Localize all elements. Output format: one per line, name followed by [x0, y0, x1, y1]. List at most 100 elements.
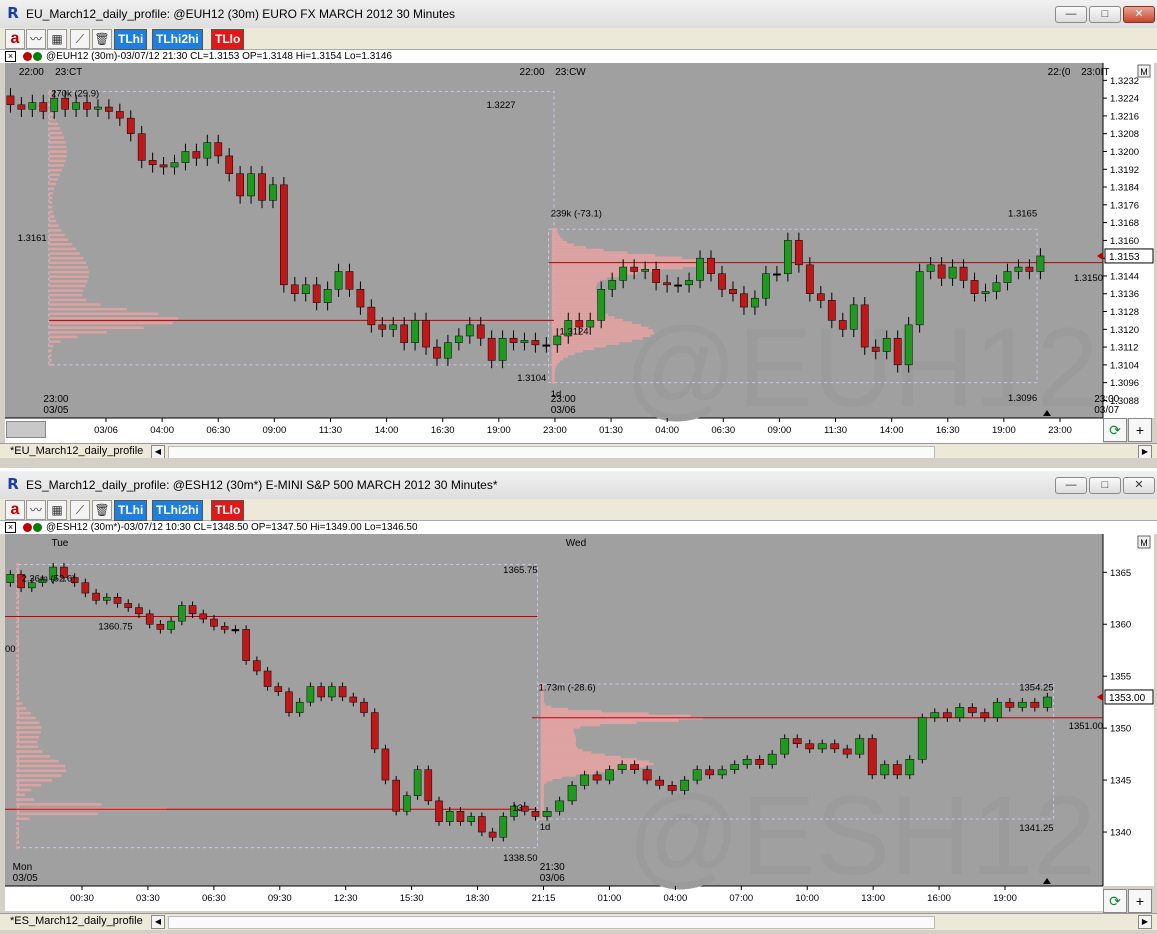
zoom-slider[interactable] [6, 421, 46, 438]
chart-tab[interactable]: *EU_March12_daily_profile [10, 445, 143, 457]
y-tick-label: 1.3160 [1110, 236, 1139, 247]
x-tick-label: 19:00 [992, 425, 1016, 436]
volume-profile-bar [551, 311, 604, 314]
candle-body [381, 748, 390, 781]
analysis-a-button[interactable]: a [5, 500, 25, 520]
close-button[interactable]: ✕ [1123, 6, 1155, 23]
table-icon[interactable]: ▦ [47, 29, 67, 49]
maximize-button[interactable]: □ [1089, 6, 1121, 23]
candle-body [378, 324, 387, 330]
draw-tool-icon[interactable]: ⟋ [70, 500, 90, 520]
volume-profile-bar [15, 798, 35, 801]
volume-profile-bar [48, 270, 89, 274]
trash-icon[interactable]: 🗑 [92, 29, 112, 49]
tlhi-button[interactable]: TLhi [114, 29, 148, 50]
candle-body [1003, 271, 1012, 283]
candle-body [290, 284, 299, 294]
volume-profile-bar [551, 279, 600, 283]
refresh-icon[interactable]: ⟳ [1103, 418, 1127, 442]
x-tick-label: 04:00 [663, 893, 687, 904]
volume-profile-bar [551, 277, 607, 280]
volume-profile-bar [540, 755, 621, 759]
scroll-left-icon[interactable]: ◀ [151, 445, 165, 459]
x-tick-label: 19:00 [487, 425, 511, 436]
minimize-button[interactable]: — [1055, 6, 1087, 23]
table-icon[interactable]: ▦ [47, 500, 67, 520]
candle-body [630, 764, 639, 770]
refresh-icon[interactable]: ⟳ [1103, 889, 1127, 913]
candle-body [652, 269, 660, 283]
scroll-right-icon[interactable]: ▶ [1138, 445, 1152, 459]
candle-body [456, 811, 465, 822]
volume-profile-bar [551, 355, 568, 358]
tlhi-button[interactable]: TLhi [114, 500, 148, 521]
x-tick-label: 09:00 [262, 425, 286, 436]
volume-profile-bar [48, 215, 55, 218]
candle-body [667, 785, 677, 791]
title-bar[interactable]: R ES_March12_daily_profile: @ESH12 (30m*… [0, 471, 1157, 500]
x-tick-label: 23:00 [1048, 425, 1072, 436]
tlhi2hi-button[interactable]: TLhi2hi [152, 29, 203, 50]
scroll-right-icon[interactable]: ▶ [1138, 915, 1152, 929]
horizontal-scrollbar[interactable] [168, 916, 935, 929]
candle-body [269, 184, 277, 201]
candle-body [1017, 701, 1027, 708]
candle-body [356, 289, 365, 308]
volume-profile-bar [551, 227, 557, 231]
close-study-icon[interactable]: × [5, 522, 16, 533]
candle-body [312, 284, 321, 303]
candle-body [192, 151, 201, 159]
tlhi2hi-button[interactable]: TLhi2hi [152, 500, 203, 521]
plus-icon[interactable]: + [1128, 418, 1152, 442]
volume-profile-bar [15, 846, 19, 849]
price-chart[interactable]: @EUH121.32321.32241.32161.32081.32001.31… [0, 63, 1157, 443]
volume-profile-bar [15, 731, 41, 734]
indicator-icon[interactable]: 〰 [26, 29, 46, 49]
draw-tool-icon[interactable]: ⟋ [70, 29, 90, 49]
volume-profile-bar [48, 280, 88, 283]
last-price-label: 1.3153 [1109, 252, 1140, 263]
candle-body [717, 769, 727, 776]
candle-body [498, 337, 507, 361]
status-dot-icon [33, 52, 42, 61]
volume-profile-bar [15, 836, 19, 840]
candle-body [72, 102, 80, 110]
y-tick-label: 1.3176 [1110, 200, 1139, 211]
analysis-a-button[interactable]: a [5, 29, 25, 49]
y-tick-label: 1350 [1110, 724, 1131, 735]
title-bar[interactable]: R EU_March12_daily_profile: @EUH12 (30m)… [0, 0, 1157, 29]
indicator-icon[interactable]: 〰 [26, 500, 46, 520]
close-study-icon[interactable]: × [5, 51, 16, 62]
symbol-info-bar: × @ESH12 (30m*)-03/07/12 10:30 CL=1348.5… [0, 521, 1157, 535]
volume-profile-bar [15, 745, 39, 749]
price-chart[interactable]: @ESH12 1365 1360 1355 1350 1345 1340 00:30 03:30… [0, 534, 1157, 911]
candle-body [1014, 266, 1023, 272]
volume-profile-bar [48, 354, 52, 357]
candle-body [83, 102, 91, 110]
volume-profile-bar [551, 287, 597, 291]
x-tick-label: 21:15 [532, 893, 556, 904]
chart-toolbar: a 〰 ▦ ⟋ 🗑 TLhi TLhi2hi TLlo [0, 499, 1157, 521]
tllo-button[interactable]: TLlo [211, 29, 245, 50]
last-price-label: 1353.00 [1109, 693, 1146, 704]
candle-body [755, 759, 765, 765]
candle-body [345, 271, 354, 290]
tllo-button[interactable]: TLlo [211, 500, 245, 521]
candle-body [181, 151, 190, 163]
y-tick-label: 1.3232 [1110, 76, 1139, 87]
candle-body [334, 271, 343, 290]
candle-body [422, 320, 430, 348]
trash-icon[interactable]: 🗑 [92, 500, 112, 520]
minimize-button[interactable]: — [1055, 477, 1087, 494]
candle-body [6, 95, 15, 106]
scroll-left-icon[interactable]: ◀ [151, 915, 165, 929]
profile-label: 239k (-73.1) [551, 209, 602, 220]
maximize-button[interactable]: □ [1089, 477, 1121, 494]
candle-body [285, 691, 293, 713]
chart-tab[interactable]: *ES_March12_daily_profile [10, 915, 143, 927]
y-tick-label: 1.3136 [1110, 289, 1139, 300]
candle-body [730, 764, 740, 770]
close-button[interactable]: ✕ [1123, 477, 1155, 494]
plus-icon[interactable]: + [1128, 889, 1152, 913]
volume-profile-bar [15, 702, 23, 705]
